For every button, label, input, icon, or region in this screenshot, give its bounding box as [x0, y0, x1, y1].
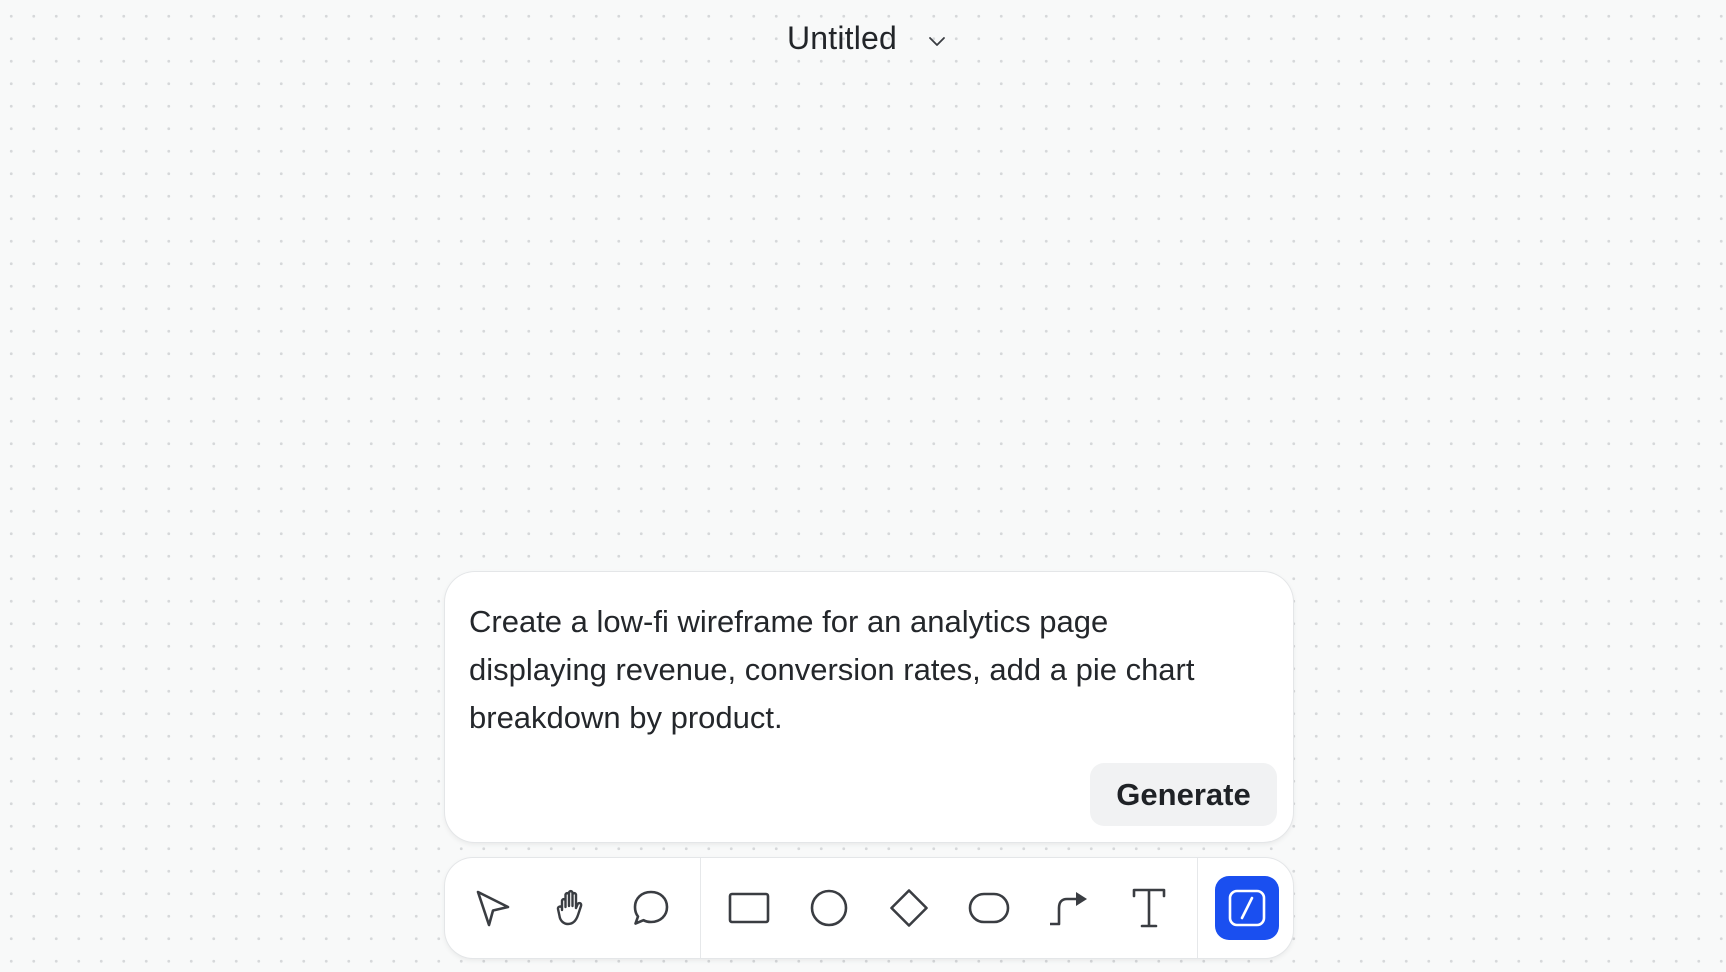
tool-rectangle[interactable]: [717, 876, 781, 940]
circle-icon: [809, 888, 849, 928]
tool-diamond[interactable]: [877, 876, 941, 940]
connector-arrow-icon: [1047, 888, 1091, 928]
toolbar-divider: [700, 858, 701, 958]
speech-bubble-icon: [631, 888, 671, 928]
tool-connector[interactable]: [1037, 876, 1101, 940]
toolbar-divider: [1197, 858, 1198, 958]
tool-ai-generate[interactable]: [1215, 876, 1279, 940]
prompt-input[interactable]: Create a low-fi wireframe for an analyti…: [469, 598, 1249, 742]
tool-comment[interactable]: [619, 876, 683, 940]
header: Untitled: [0, 14, 1726, 63]
ai-prompt-card: Create a low-fi wireframe for an analyti…: [445, 572, 1293, 842]
document-title: Untitled: [786, 20, 898, 56]
rectangle-icon: [727, 888, 771, 928]
pill-icon: [967, 888, 1011, 928]
document-title-menu[interactable]: Untitled: [773, 14, 961, 63]
slash-icon: [1227, 888, 1267, 928]
text-icon: [1129, 886, 1169, 930]
generate-button[interactable]: Generate: [1090, 763, 1277, 826]
diamond-icon: [889, 888, 929, 928]
bottom-toolbar: [445, 858, 1293, 958]
chevron-down-icon: [927, 32, 947, 52]
pointer-icon: [473, 888, 513, 928]
hand-icon: [551, 888, 591, 928]
tool-select[interactable]: [461, 876, 525, 940]
tool-hand[interactable]: [539, 876, 603, 940]
tool-text[interactable]: [1117, 876, 1181, 940]
tool-rounded-rectangle[interactable]: [957, 876, 1021, 940]
tool-ellipse[interactable]: [797, 876, 861, 940]
